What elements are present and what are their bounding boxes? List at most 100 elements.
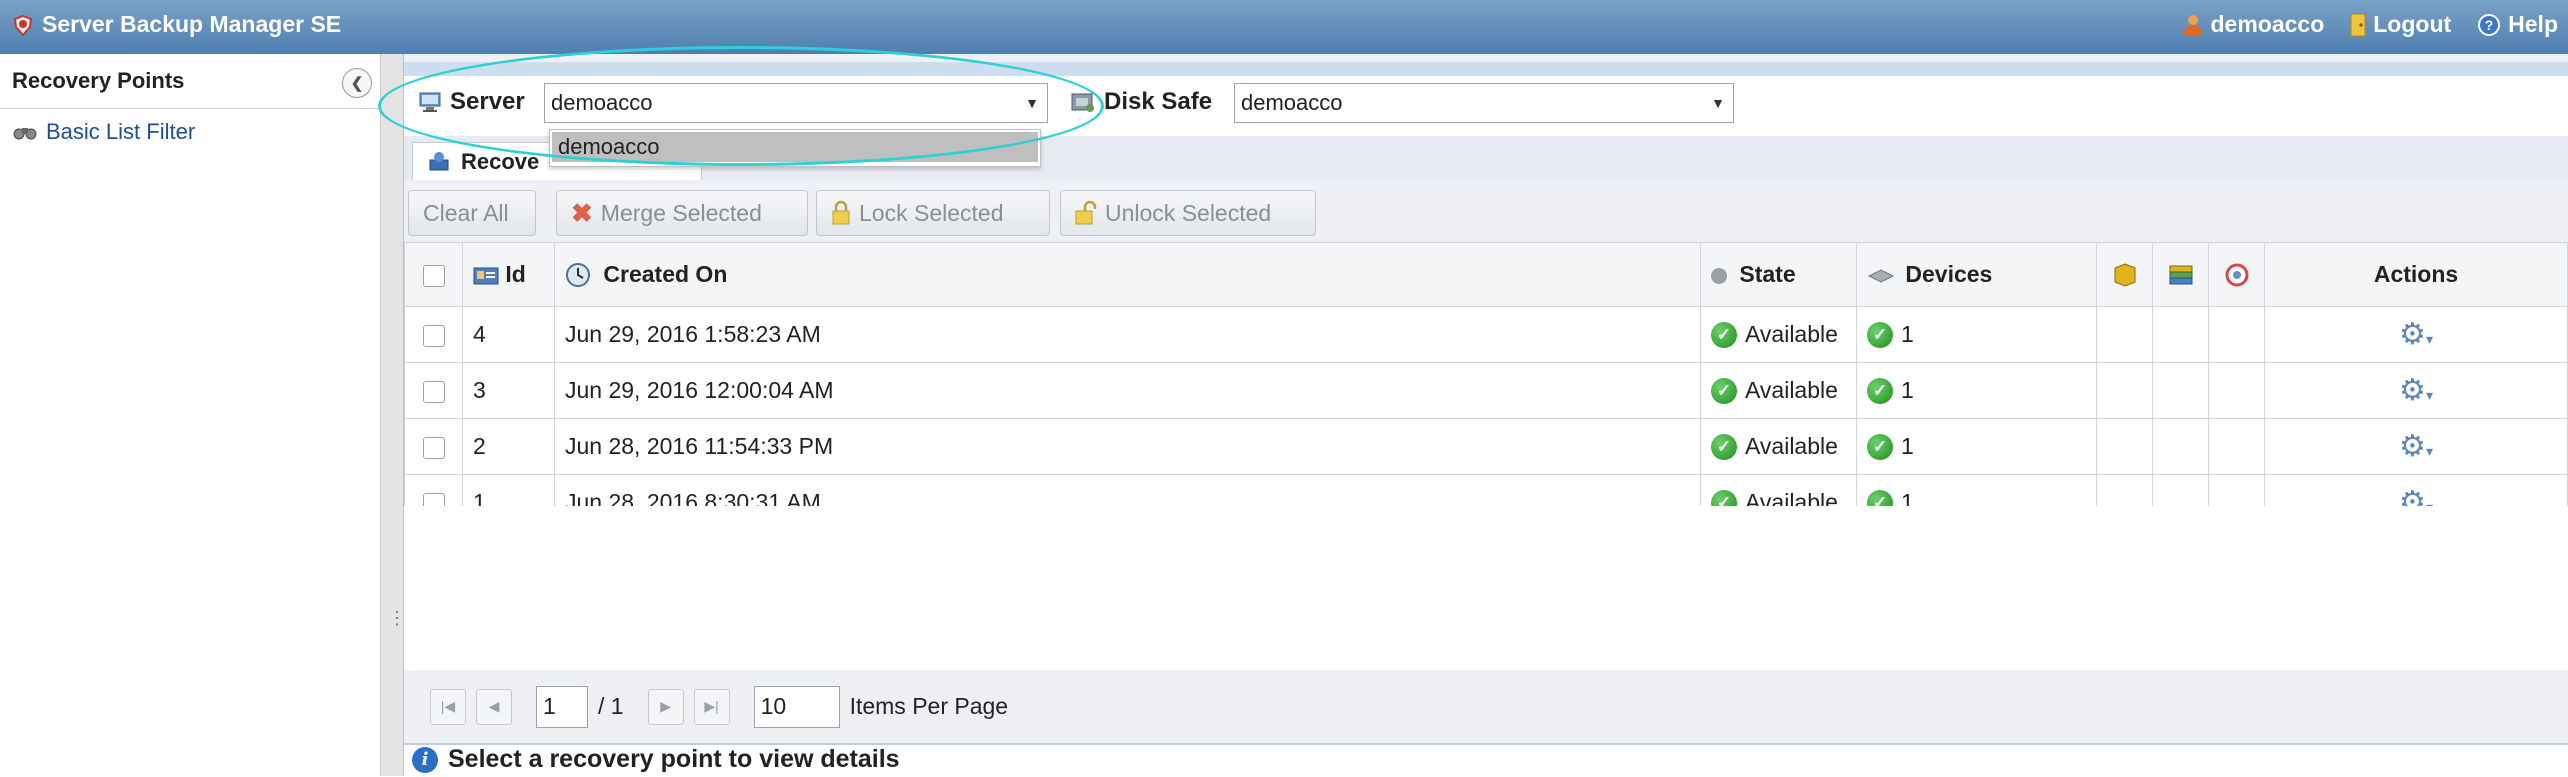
- check-circle-icon: ✓: [1867, 434, 1893, 461]
- table-row[interactable]: 3 Jun 29, 2016 12:00:04 AM ✓ Available ✓ 1…: [404, 362, 2568, 419]
- gear-icon[interactable]: ⚙▾: [2399, 318, 2433, 351]
- sidebar: Recovery Points ❮ Basic List Filter: [0, 54, 381, 776]
- top-bar: Server Backup Manager SE demoacco Logout…: [0, 0, 2568, 55]
- table-row[interactable]: 4 Jun 29, 2016 1:58:23 AM ✓ Available ✓ 1 …: [404, 306, 2568, 363]
- items-per-page-value: 10: [760, 693, 787, 719]
- row-checkbox[interactable]: [422, 436, 445, 459]
- devices-column-header[interactable]: Devices: [1856, 242, 2097, 307]
- archive-cell: [2096, 418, 2153, 475]
- id-column-header[interactable]: Id: [462, 242, 555, 307]
- table-header-row: Id Created On State Devices Actions: [404, 242, 2568, 307]
- created-on-column-label: Created On: [603, 260, 728, 287]
- page-number-input[interactable]: 1: [536, 685, 588, 728]
- next-page-button[interactable]: ▶: [647, 688, 684, 725]
- tab-label: Recove: [461, 149, 540, 174]
- gear-icon[interactable]: ⚙▾: [2399, 374, 2433, 407]
- id-cell: 3: [462, 362, 555, 419]
- devices-cell: ✓ 1: [1856, 418, 2097, 475]
- disk-safe-select[interactable]: demoacco ▼: [1234, 83, 1734, 123]
- database-column-header[interactable]: [2152, 242, 2209, 307]
- sidebar-item-basic-list-filter[interactable]: Basic List Filter: [0, 109, 380, 155]
- collapse-sidebar-button[interactable]: ❮: [342, 68, 372, 98]
- check-circle-icon: ✓: [1867, 378, 1893, 405]
- database-cell: [2152, 362, 2209, 419]
- info-icon: i: [412, 746, 438, 773]
- check-circle-icon: ✓: [1711, 322, 1737, 349]
- vertical-splitter[interactable]: ⋮: [381, 54, 406, 776]
- lock-icon: [832, 200, 850, 225]
- created-on-cell: Jun 29, 2016 1:58:23 AM: [554, 306, 1701, 363]
- help-link[interactable]: ? Help: [2477, 11, 2558, 38]
- archive-box-icon: [2114, 263, 2135, 287]
- merge-selected-button[interactable]: ✖ Merge Selected: [556, 190, 808, 236]
- pagination-bar: |◀ ◀ 1 / 1 ▶ ▶| 10 Items Per Page: [404, 670, 2568, 744]
- clear-all-label: Clear All: [423, 199, 509, 226]
- help-label: Help: [2508, 11, 2558, 37]
- unlock-selected-button[interactable]: Unlock Selected: [1060, 190, 1316, 236]
- archive-cell: [2096, 362, 2153, 419]
- disk-safe-label: Disk Safe: [1070, 88, 1212, 116]
- first-page-button[interactable]: |◀: [430, 688, 466, 725]
- state-column-header[interactable]: State: [1700, 242, 1857, 307]
- page-count-label: / 1: [598, 693, 624, 719]
- devices-cell: ✓ 1: [1856, 362, 2097, 419]
- select-all-header: [404, 242, 463, 307]
- check-circle-icon: ✓: [1711, 378, 1737, 405]
- table-empty-area: [404, 506, 2568, 671]
- user-menu[interactable]: demoacco: [2183, 11, 2324, 38]
- lock-selected-button[interactable]: Lock Selected: [816, 190, 1050, 236]
- actions-column-header: Actions: [2264, 242, 2568, 307]
- toolbar: Clear All ✖ Merge Selected Lock Selected…: [404, 180, 2568, 243]
- top-right-nav: demoacco Logout ? Help: [2183, 11, 2558, 38]
- dropdown-option[interactable]: demoacco: [552, 132, 1038, 162]
- id-card-icon: [473, 267, 499, 285]
- row-select-cell: [404, 362, 463, 419]
- state-value: Available: [1745, 376, 1838, 403]
- app-logo-icon: [13, 14, 33, 36]
- row-checkbox[interactable]: [422, 380, 445, 403]
- first-page-icon: |◀: [440, 698, 456, 714]
- clear-all-button[interactable]: Clear All: [408, 190, 536, 236]
- select-all-checkbox[interactable]: [422, 264, 445, 287]
- unlock-icon: [1075, 200, 1097, 225]
- database-cell: [2152, 418, 2209, 475]
- lifebuoy-column-header[interactable]: [2208, 242, 2265, 307]
- devices-value: 1: [1901, 320, 1914, 347]
- state-column-label: State: [1739, 261, 1796, 287]
- server-select[interactable]: demoacco ▼: [544, 83, 1048, 123]
- details-panel: i Select a recovery point to view detail…: [404, 744, 2568, 777]
- lifebuoy-cell: [2208, 306, 2265, 363]
- main-panel: Server demoacco ▼ Disk Safe demoacco ▼ R…: [404, 54, 2568, 777]
- prev-page-icon: ◀: [488, 698, 500, 714]
- id-column-label: Id: [505, 261, 526, 287]
- created-on-column-header[interactable]: Created On: [554, 242, 1701, 307]
- chevron-left-icon: ❮: [350, 75, 364, 92]
- recovery-points-icon: [429, 152, 449, 171]
- prev-page-button[interactable]: ◀: [476, 688, 512, 725]
- database-stack-icon: [2169, 265, 2192, 285]
- state-value: Available: [1745, 320, 1838, 347]
- details-message: i Select a recovery point to view detail…: [412, 745, 900, 774]
- actions-cell: ⚙▾: [2264, 362, 2568, 419]
- row-checkbox[interactable]: [422, 324, 445, 347]
- gear-icon[interactable]: ⚙▾: [2399, 430, 2433, 463]
- row-select-cell: [404, 306, 463, 363]
- disk-safe-icon: [1071, 93, 1094, 112]
- panel-header-strip: [404, 62, 2568, 76]
- created-on-cell: Jun 28, 2016 11:54:33 PM: [554, 418, 1701, 475]
- filter-bar: Server demoacco ▼ Disk Safe demoacco ▼: [404, 76, 2568, 136]
- server-select-value: demoacco: [551, 90, 653, 115]
- state-dot-icon: [1711, 267, 1727, 284]
- actions-cell: ⚙▾: [2264, 418, 2568, 475]
- archive-column-header[interactable]: [2096, 242, 2153, 307]
- server-label-text: Server: [450, 88, 525, 115]
- database-cell: [2152, 306, 2209, 363]
- recovery-points-table: Id Created On State Devices Actions 4 Ju…: [404, 242, 2568, 531]
- table-row[interactable]: 2 Jun 28, 2016 11:54:33 PM ✓ Available ✓ 1…: [404, 418, 2568, 475]
- logout-link[interactable]: Logout: [2350, 11, 2451, 38]
- devices-value: 1: [1901, 432, 1914, 459]
- last-page-button[interactable]: ▶|: [693, 688, 730, 725]
- disk-safe-label-text: Disk Safe: [1104, 88, 1213, 115]
- items-per-page-input[interactable]: 10: [753, 685, 840, 728]
- lifebuoy-cell: [2208, 418, 2265, 475]
